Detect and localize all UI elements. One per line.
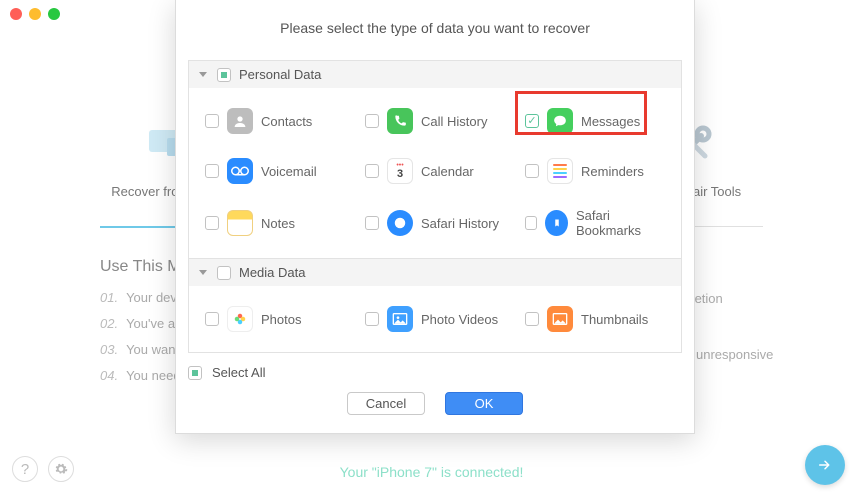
data-item-voicemail[interactable]: Voicemail [195,146,355,196]
item-label: Photos [261,312,301,327]
cancel-button[interactable]: Cancel [347,392,425,415]
proceed-button[interactable] [805,445,845,485]
safari-bookmark-icon [545,210,568,236]
select-all-checkbox[interactable] [188,366,202,380]
phone-icon [387,108,413,134]
item-label: Reminders [581,164,644,179]
data-item-notes[interactable]: Notes [195,196,355,250]
item-label: Notes [261,216,295,231]
data-item-messages[interactable]: Messages [515,96,675,146]
data-item-call-history[interactable]: Call History [355,96,515,146]
item-label: Safari History [421,216,499,231]
item-checkbox[interactable] [365,216,379,230]
group-media-data: Media Data Photos Photo Videos [188,259,682,353]
item-checkbox[interactable] [365,312,379,326]
data-item-photo-videos[interactable]: Photo Videos [355,294,515,344]
select-all-label: Select All [212,365,265,380]
item-label: Safari Bookmarks [576,208,665,238]
group-checkbox[interactable] [217,266,231,280]
data-type-dialog: Please select the type of data you want … [175,0,695,434]
safari-icon [387,210,413,236]
item-label: Thumbnails [581,312,648,327]
item-checkbox[interactable] [205,164,219,178]
photo-videos-icon [387,306,413,332]
notes-icon [227,210,253,236]
item-checkbox[interactable] [525,164,539,178]
item-checkbox[interactable] [205,312,219,326]
calendar-icon: ••• 3 [387,158,413,184]
item-checkbox[interactable] [205,114,219,128]
data-item-calendar[interactable]: ••• 3 Calendar [355,146,515,196]
data-item-contacts[interactable]: Contacts [195,96,355,146]
group-header[interactable]: Personal Data [189,61,681,88]
item-label: Voicemail [261,164,317,179]
dialog-title: Please select the type of data you want … [176,0,694,60]
item-checkbox[interactable] [525,216,537,230]
item-label: Contacts [261,114,312,129]
item-checkbox[interactable] [205,216,219,230]
voicemail-icon [227,158,253,184]
item-checkbox[interactable] [525,114,539,128]
reminders-icon [547,158,573,184]
item-checkbox[interactable] [365,114,379,128]
item-label: Messages [581,114,640,129]
group-title: Media Data [239,265,305,280]
contacts-icon [227,108,253,134]
item-label: Photo Videos [421,312,498,327]
disclosure-triangle-icon[interactable] [199,270,207,275]
item-checkbox[interactable] [365,164,379,178]
item-label: Calendar [421,164,474,179]
gear-icon [54,462,68,476]
item-checkbox[interactable] [525,312,539,326]
group-checkbox[interactable] [217,68,231,82]
ok-button[interactable]: OK [445,392,523,415]
group-header[interactable]: Media Data [189,259,681,286]
disclosure-triangle-icon[interactable] [199,72,207,77]
group-title: Personal Data [239,67,321,82]
data-item-reminders[interactable]: Reminders [515,146,675,196]
data-item-thumbnails[interactable]: Thumbnails [515,294,675,344]
device-connected-status: Your "iPhone 7" is connected! [0,464,863,480]
data-item-safari-history[interactable]: Safari History [355,196,515,250]
item-label: Call History [421,114,487,129]
help-button[interactable]: ? [12,456,38,482]
group-personal-data: Personal Data Contacts Call History [188,60,682,259]
messages-icon [547,108,573,134]
arrow-right-icon [816,456,834,474]
thumbnails-icon [547,306,573,332]
settings-button[interactable] [48,456,74,482]
data-item-safari-bookmarks[interactable]: Safari Bookmarks [515,196,675,250]
photos-icon [227,306,253,332]
data-item-photos[interactable]: Photos [195,294,355,344]
